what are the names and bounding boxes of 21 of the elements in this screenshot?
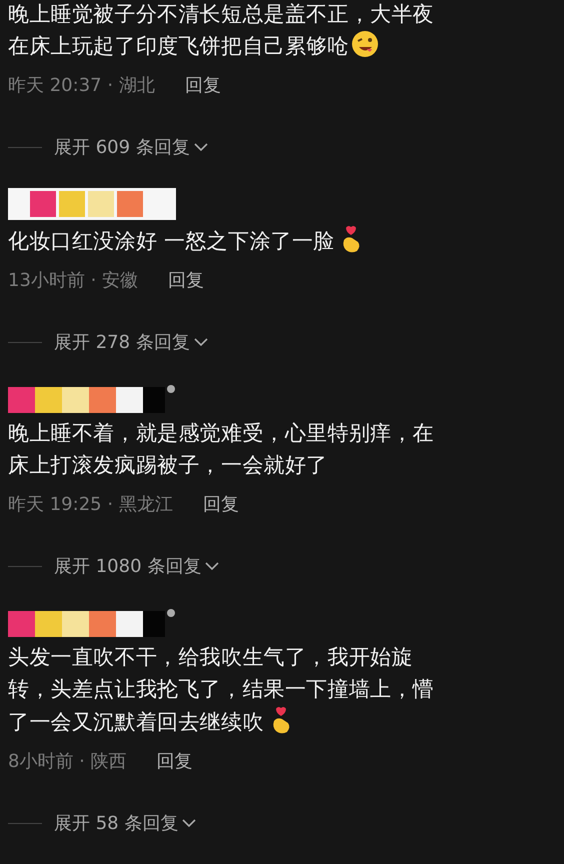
- comment-text: 晚上睡觉被子分不清长短总是盖不正，大半夜 在床上玩起了印度飞饼把自己累够呛: [8, 1, 435, 60]
- chevron-down-icon: [182, 818, 196, 828]
- chevron-down-icon: [205, 561, 220, 571]
- reply-button[interactable]: 回复: [168, 268, 204, 292]
- expand-replies-button[interactable]: 展开 1080 条回复: [54, 554, 220, 578]
- comment-time-location: 8小时前 · 陕西: [8, 750, 127, 773]
- comment-text: 化妆口红没涂好 一怒之下涂了一脸: [8, 224, 564, 257]
- expand-replies-button[interactable]: 展开 278 条回复: [54, 330, 208, 354]
- chevron-down-icon: [194, 142, 208, 152]
- comment-text: 头发一直吹不干，给我吹生气了，我开始旋 转，头差点让我抡飞了，结果一下撞墙上，懵 了一会又沉默着回去继续吹: [8, 644, 435, 737]
- reply-button[interactable]: 回复: [156, 749, 193, 773]
- chevron-down-icon: [194, 337, 208, 347]
- reply-button[interactable]: 回复: [202, 492, 239, 516]
- comment-time-location: 昨天 19:25 · 黑龙江: [8, 493, 173, 516]
- comment-text: 晚上睡不着，就是感觉难受，心里特别痒，在 床上打滚发疯踢被子，一会就好了: [8, 420, 435, 479]
- comment-time-location: 13小时前 · 安徽: [8, 269, 138, 292]
- reply-button[interactable]: 回复: [184, 73, 221, 97]
- comment-time-location: 昨天 20:37 · 湖北: [8, 74, 155, 97]
- expand-replies-button[interactable]: 展开 609 条回复: [54, 135, 208, 159]
- expand-replies-button[interactable]: 展开 58 条回复: [54, 811, 196, 835]
- winking-face-icon: [350, 30, 379, 58]
